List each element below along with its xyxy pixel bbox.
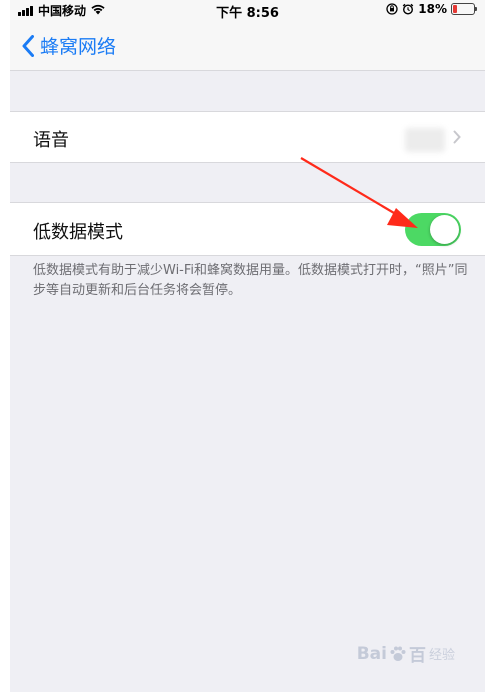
settings-screen: 中国移动 下午 8:56 18% 蜂窝网络 语音 低数据模式 低数据模式有助于减… bbox=[10, 0, 485, 692]
paw-icon bbox=[390, 646, 406, 661]
watermark-brand-end: 百 bbox=[408, 646, 426, 666]
watermark-brand: Bai bbox=[356, 643, 387, 664]
annotation-arrow bbox=[300, 157, 418, 228]
baidu-watermark: Bai 百 经验 bbox=[356, 641, 455, 667]
watermark-sub: 经验 bbox=[428, 648, 455, 663]
